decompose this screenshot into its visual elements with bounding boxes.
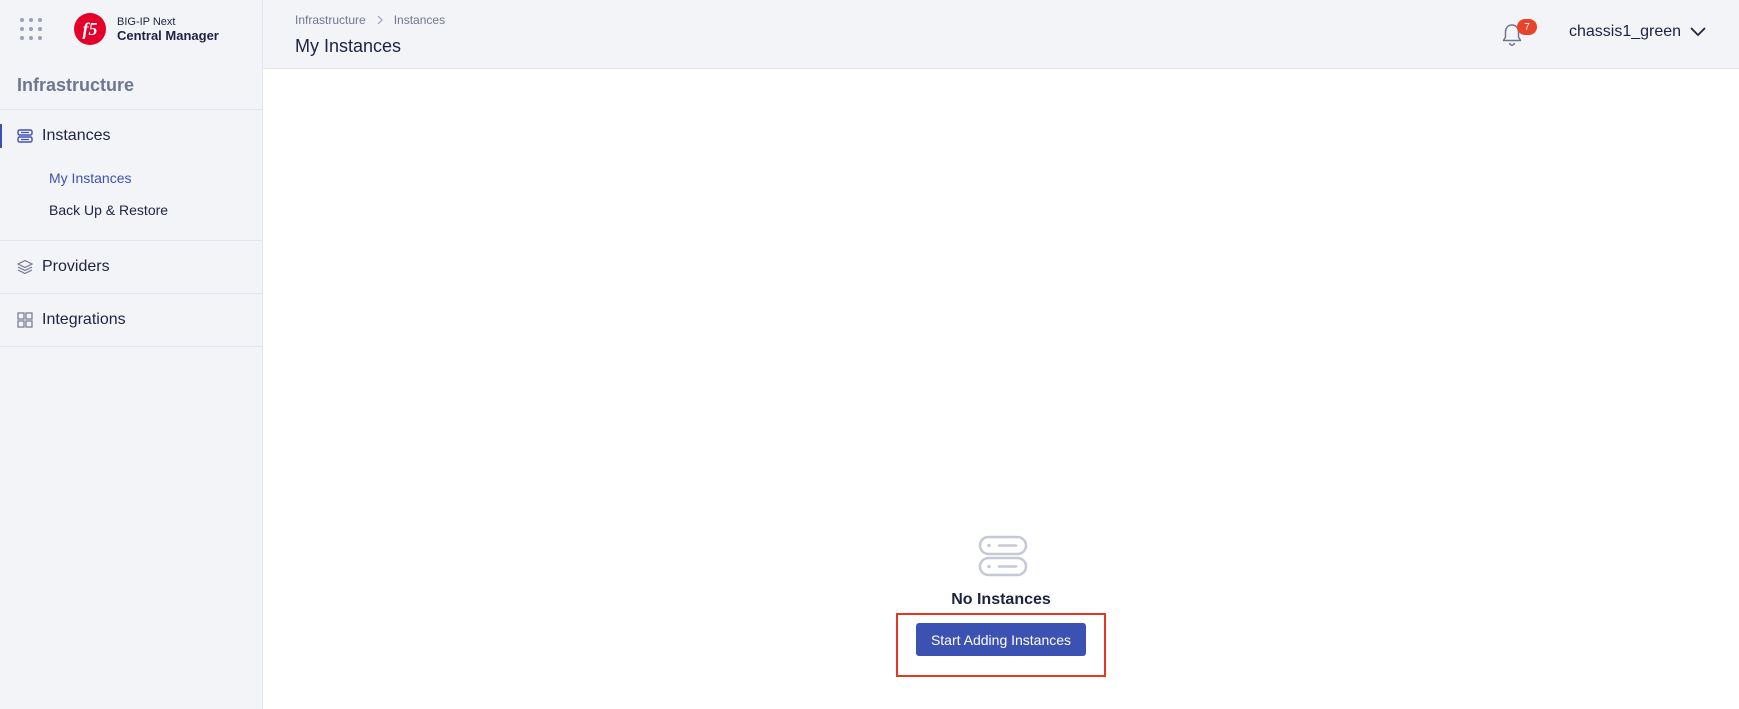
sidebar-item-label: Integrations xyxy=(42,311,126,328)
f5-logo-icon: f5 xyxy=(74,13,106,45)
grid-icon xyxy=(17,312,33,328)
brand-line2: Central Manager xyxy=(117,28,219,43)
nav-group-instances: Instances My Instances Back Up & Restore xyxy=(0,110,262,241)
breadcrumb: Infrastructure Instances xyxy=(295,13,445,27)
notification-badge: 7 xyxy=(1517,19,1537,35)
highlight-box: Start Adding Instances xyxy=(896,613,1106,677)
brand-text: BIG-IP Next Central Manager xyxy=(117,15,219,43)
sidebar-item-providers[interactable]: Providers xyxy=(0,241,262,293)
notifications-button[interactable]: 7 xyxy=(1500,19,1537,50)
top-header: Infrastructure Instances My Instances 7 … xyxy=(263,0,1739,69)
sidebar-item-integrations[interactable]: Integrations xyxy=(0,294,262,346)
breadcrumb-infrastructure[interactable]: Infrastructure xyxy=(295,13,366,27)
layers-icon xyxy=(17,259,33,275)
server-icon xyxy=(17,129,33,143)
server-icon xyxy=(978,535,1027,577)
breadcrumb-instances[interactable]: Instances xyxy=(394,13,445,27)
sidebar-item-instances[interactable]: Instances xyxy=(0,110,262,162)
chevron-right-icon xyxy=(377,15,383,25)
nav-group-integrations: Integrations xyxy=(0,294,262,347)
sidebar-item-label: Instances xyxy=(42,127,111,144)
sidebar-subitem-my-instances[interactable]: My Instances xyxy=(0,162,262,194)
empty-state: No Instances Start Adding Instances xyxy=(263,535,1739,677)
sidebar-section-title: Infrastructure xyxy=(0,62,262,110)
instances-submenu: My Instances Back Up & Restore xyxy=(0,162,262,240)
account-menu[interactable]: chassis1_green xyxy=(1569,23,1707,41)
page-title: My Instances xyxy=(295,36,402,56)
brand-line1: BIG-IP Next xyxy=(117,16,176,28)
sidebar-item-label: Providers xyxy=(42,258,110,275)
sidebar: f5 BIG-IP Next Central Manager Infrastru… xyxy=(0,0,263,709)
chevron-down-icon xyxy=(1690,27,1706,37)
svg-text:f5: f5 xyxy=(83,19,98,39)
app-launcher-icon[interactable] xyxy=(20,18,42,40)
sidebar-subitem-backup-restore[interactable]: Back Up & Restore xyxy=(0,194,262,226)
empty-state-title: No Instances xyxy=(951,591,1051,608)
brand-bar: f5 BIG-IP Next Central Manager xyxy=(0,0,262,58)
account-name: chassis1_green xyxy=(1569,23,1682,40)
start-adding-instances-button[interactable]: Start Adding Instances xyxy=(915,623,1087,656)
nav-group-providers: Providers xyxy=(0,241,262,294)
